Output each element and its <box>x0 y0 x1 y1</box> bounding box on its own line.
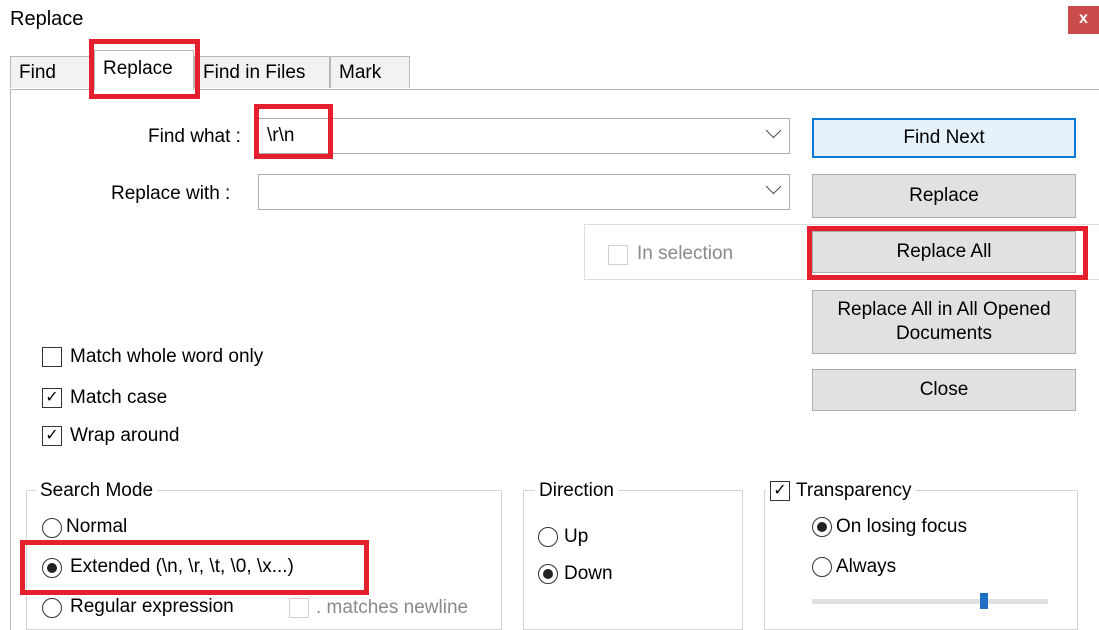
replace-with-label: Replace with : <box>111 183 231 204</box>
regex-radio[interactable] <box>42 598 62 618</box>
match-case-label: Match case <box>70 387 168 408</box>
match-whole-word-label: Match whole word only <box>70 346 264 367</box>
transparency-group <box>764 490 1078 630</box>
find-what-combo[interactable]: \r\n <box>258 118 790 154</box>
replace-button[interactable]: Replace <box>812 174 1076 218</box>
normal-label: Normal <box>66 516 128 537</box>
in-selection-checkbox[interactable] <box>608 245 628 265</box>
up-radio[interactable] <box>538 527 558 547</box>
replace-with-combo[interactable] <box>258 174 790 210</box>
down-radio[interactable] <box>538 564 558 584</box>
match-whole-word-checkbox[interactable] <box>42 347 62 367</box>
on-losing-focus-radio[interactable] <box>812 517 832 537</box>
chevron-down-icon[interactable] <box>765 178 782 195</box>
window-title: Replace <box>10 8 84 30</box>
find-what-label: Find what : <box>148 126 241 147</box>
matches-newline-checkbox[interactable] <box>289 598 309 618</box>
tab-find-in-files[interactable]: Find in Files <box>194 56 330 88</box>
close-button[interactable]: Close <box>812 369 1076 411</box>
direction-title: Direction <box>535 480 618 502</box>
transparency-header: ✓ Transparency <box>766 480 916 502</box>
highlight-find-what <box>254 104 333 159</box>
matches-newline-label: . matches newline <box>316 597 469 618</box>
always-radio[interactable] <box>812 557 832 577</box>
match-case-checkbox[interactable]: ✓ <box>42 388 62 408</box>
checkmark-icon: ✓ <box>45 389 59 406</box>
transparency-slider-thumb[interactable] <box>980 593 989 609</box>
replace-all-opened-button[interactable]: Replace All in All Opened Documents <box>812 290 1076 354</box>
direction-group <box>523 490 743 630</box>
transparency-label: Transparency <box>796 480 912 501</box>
chevron-down-icon[interactable] <box>765 122 782 139</box>
always-label: Always <box>836 556 897 577</box>
wrap-around-checkbox[interactable]: ✓ <box>42 426 62 446</box>
on-losing-focus-label: On losing focus <box>836 516 967 537</box>
tab-find[interactable]: Find <box>10 56 94 88</box>
transparency-checkbox[interactable]: ✓ <box>770 481 790 501</box>
highlight-replace-tab <box>89 39 200 99</box>
down-label: Down <box>564 563 613 584</box>
tab-mark[interactable]: Mark <box>330 56 410 88</box>
regex-label: Regular expression <box>70 596 234 617</box>
find-next-button[interactable]: Find Next <box>812 118 1076 158</box>
wrap-around-label: Wrap around <box>70 425 180 446</box>
checkmark-icon: ✓ <box>45 427 59 444</box>
checkmark-icon: ✓ <box>773 482 787 499</box>
highlight-extended <box>20 540 369 595</box>
normal-radio[interactable] <box>42 518 62 538</box>
up-label: Up <box>564 526 589 547</box>
close-icon: x <box>1079 10 1088 27</box>
highlight-replace-all <box>807 226 1088 280</box>
search-mode-title: Search Mode <box>36 480 158 502</box>
in-selection-label: In selection <box>637 243 734 264</box>
close-window-button[interactable]: x <box>1068 6 1099 34</box>
transparency-slider-track[interactable] <box>812 599 1048 604</box>
